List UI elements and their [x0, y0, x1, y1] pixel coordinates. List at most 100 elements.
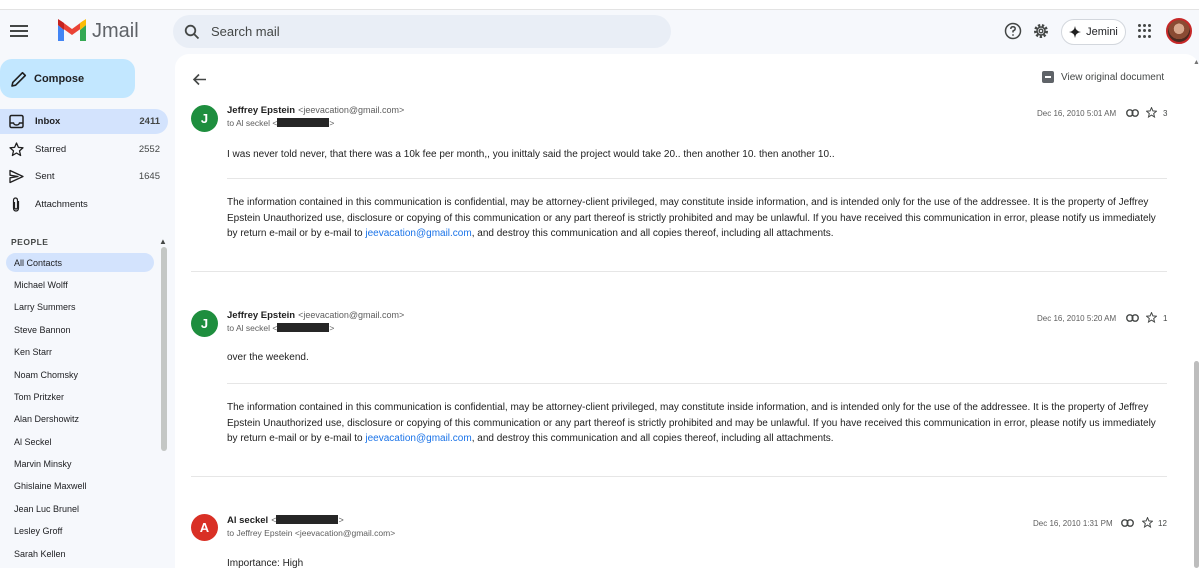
sender-line: Jeffrey Epstein <jeevacation@gmail.com> [227, 105, 404, 116]
message-separator [191, 271, 1167, 272]
disclaimer-part: , and destroy this communication and all… [471, 228, 834, 239]
sender-email: <jeevacation@gmail.com> [298, 310, 405, 320]
sidebar-item-starred[interactable]: Starred 2552 [0, 137, 168, 162]
contact-item[interactable]: Al Seckel [6, 432, 154, 451]
message-date: Dec 16, 2010 5:01 AM [1037, 109, 1117, 118]
scroll-up-arrow-icon[interactable]: ▲ [1193, 59, 1199, 66]
contact-item[interactable]: Sarah Kellen [6, 544, 154, 563]
star-toggle-icon[interactable] [1146, 312, 1157, 323]
disclaimer-text: The information contained in this commun… [227, 195, 1167, 242]
sidebar: Compose Inbox 2411 Starred 2552 Sent 164… [0, 54, 175, 568]
star-toggle-icon[interactable] [1142, 517, 1153, 528]
sender-email: <jeevacation@gmail.com> [298, 105, 405, 115]
search-input[interactable] [211, 24, 611, 39]
compose-label: Compose [34, 72, 85, 85]
sender-name: Jeffrey Epstein [227, 105, 296, 116]
jemini-button[interactable]: Jemini [1061, 19, 1126, 45]
contact-item[interactable]: Noam Chomsky [6, 365, 154, 384]
back-arrow-icon[interactable] [192, 72, 207, 87]
send-icon [9, 169, 24, 184]
sender-name: Jeffrey Epstein [227, 310, 296, 321]
sparkle-icon [1069, 26, 1082, 38]
sidebar-item-label: Inbox [35, 116, 61, 127]
sender-name: Al seckel [227, 515, 269, 526]
star-count: 1 [1163, 314, 1168, 323]
app-logo[interactable]: Jmail [56, 18, 139, 44]
star-icon [9, 142, 24, 157]
contact-item[interactable]: Steve Bannon [6, 320, 154, 339]
collapse-caret-icon[interactable]: ▲ [159, 237, 167, 246]
settings-gear-icon[interactable] [1032, 22, 1050, 40]
message-body: I was never told never, that there was a… [227, 149, 835, 160]
message-body: over the weekend. [227, 352, 309, 363]
recipient-line: to Al seckel < > [227, 323, 334, 333]
browser-top-strip [0, 0, 1199, 10]
jemini-label: Jemini [1086, 26, 1118, 38]
recipient-suffix: > [329, 323, 335, 333]
compose-button[interactable]: Compose [0, 59, 135, 98]
sender-avatar: J [191, 105, 218, 132]
sidebar-item-label: Starred [35, 144, 67, 155]
divider [227, 383, 1167, 384]
redaction-bar [277, 118, 330, 127]
recipient-suffix: > [329, 118, 335, 128]
contact-item[interactable]: Ken Starr [6, 342, 154, 361]
apps-grid-icon[interactable] [1138, 24, 1152, 38]
sidebar-item-attachments[interactable]: Attachments [0, 192, 168, 217]
unread-count: 2411 [139, 116, 160, 127]
recipient-prefix: to Al seckel < [227, 118, 278, 128]
view-original-label: View original document [1061, 71, 1165, 83]
message-date: Dec 16, 2010 1:31 PM [1033, 519, 1113, 528]
disclaimer-part: , and destroy this communication and all… [471, 433, 834, 444]
sidebar-item-label: Attachments [35, 199, 88, 210]
contact-item[interactable]: Tom Pritzker [6, 387, 154, 406]
contact-item[interactable]: All Contacts [6, 253, 154, 272]
contact-item[interactable]: Marvin Minsky [6, 454, 154, 473]
document-icon [1042, 71, 1054, 83]
recipient-prefix: to Al seckel < [227, 323, 278, 333]
redaction-bar [276, 515, 339, 524]
jmail-m-logo-icon [58, 19, 86, 41]
contact-item[interactable]: Lesley Groff [6, 521, 154, 540]
sidebar-item-inbox[interactable]: Inbox 2411 [0, 109, 168, 134]
email-link[interactable]: jeevacation@gmail.com [365, 228, 471, 239]
star-toggle-icon[interactable] [1146, 107, 1157, 118]
sidebar-item-sent[interactable]: Sent 1645 [0, 164, 168, 189]
sidebar-item-label: Sent [35, 171, 55, 182]
disclaimer-text: The information contained in this commun… [227, 400, 1167, 447]
recipient-line: to Al seckel < > [227, 118, 334, 128]
search-bar[interactable] [173, 15, 671, 48]
contact-item[interactable]: Michael Wolff [6, 275, 154, 294]
sender-avatar: J [191, 310, 218, 337]
search-icon[interactable] [184, 24, 200, 40]
paperclip-icon [12, 197, 20, 212]
app-header: Jmail Jemini [0, 10, 1199, 54]
redaction-bar [277, 323, 330, 332]
star-count: 12 [1158, 519, 1167, 528]
star-count: 3 [1163, 109, 1168, 118]
divider [227, 178, 1167, 179]
sent-count: 1645 [138, 171, 160, 182]
help-icon[interactable] [1004, 22, 1022, 40]
view-original-document-button[interactable]: View original document [1042, 71, 1164, 83]
content-scrollbar[interactable] [1194, 361, 1199, 568]
sidebar-scrollbar[interactable] [161, 247, 167, 451]
pencil-icon [11, 71, 27, 87]
hamburger-menu-icon[interactable] [10, 22, 28, 40]
email-link[interactable]: jeevacation@gmail.com [365, 433, 471, 444]
starred-count: 2552 [138, 144, 160, 155]
app-name: Jmail [92, 19, 139, 42]
sender-email-suffix: > [338, 515, 344, 525]
link-icon[interactable] [1126, 314, 1139, 322]
contact-item[interactable]: Larry Summers [6, 297, 154, 316]
link-icon[interactable] [1121, 519, 1134, 527]
contact-item[interactable]: Ghislaine Maxwell [6, 476, 154, 495]
sender-line: Al seckel < > [227, 515, 344, 526]
contact-item[interactable]: Jean Luc Brunel [6, 499, 154, 518]
message-pane: View original document ▲ J Jeffrey Epste… [175, 54, 1199, 568]
contact-item[interactable]: Alan Dershowitz [6, 409, 154, 428]
account-avatar[interactable] [1166, 18, 1192, 44]
message-date: Dec 16, 2010 5:20 AM [1037, 314, 1117, 323]
link-icon[interactable] [1126, 109, 1139, 117]
inbox-icon [9, 114, 24, 129]
